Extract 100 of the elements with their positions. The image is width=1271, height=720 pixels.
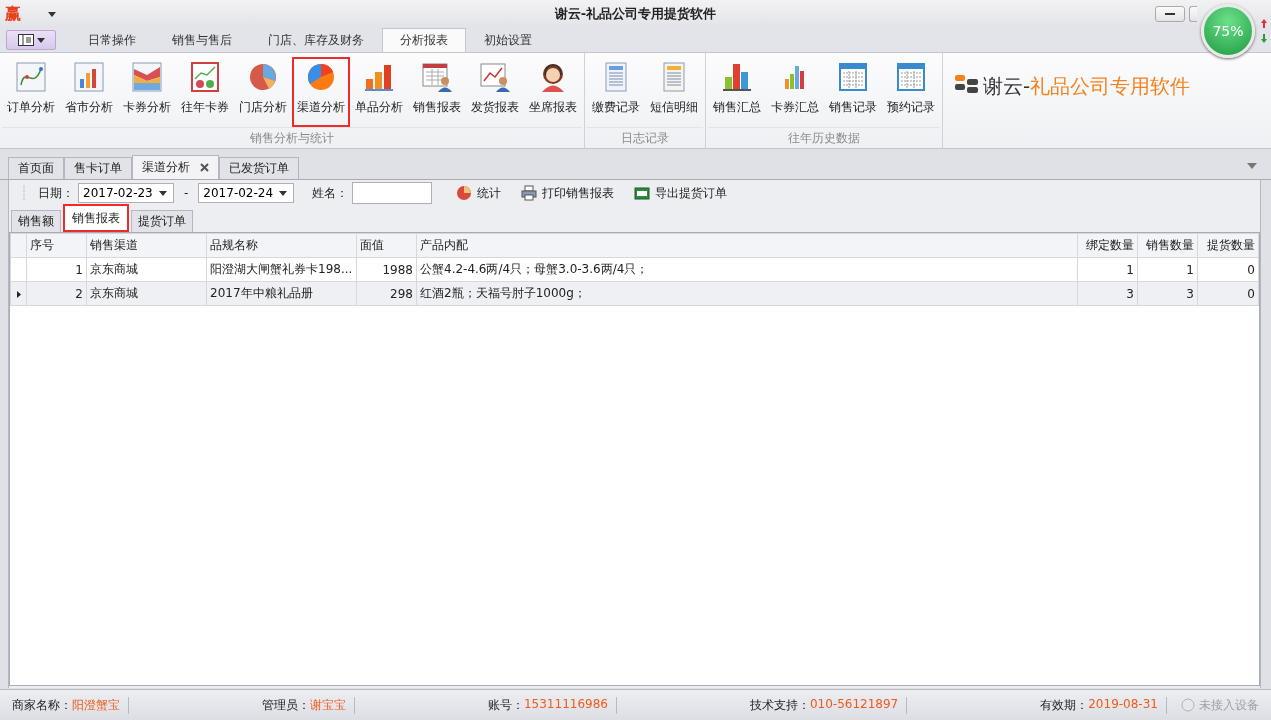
printer-icon [521, 185, 538, 201]
ribbon-button[interactable]: 订单分析 [2, 57, 60, 127]
column-header[interactable]: 产品内配 [416, 233, 1078, 258]
close-icon[interactable] [200, 163, 209, 172]
table-cell: 1 [1137, 257, 1198, 282]
chart-person-icon [479, 61, 511, 93]
ribbon-button[interactable]: 渠道分析 [292, 57, 350, 127]
status-value: 2019-08-31 [1088, 696, 1158, 713]
ribbon-button[interactable]: 门店分析 [234, 57, 292, 127]
ribbon-button[interactable]: 卡券分析 [118, 57, 176, 127]
toolbar-button[interactable]: 导出提货订单 [626, 184, 736, 202]
ribbon-button[interactable]: 销售报表 [408, 57, 466, 127]
status-label: 有效期： [1040, 696, 1089, 714]
status-value: 010-56121897 [809, 696, 899, 713]
pie-chart-icon [305, 61, 337, 93]
status-label: 技术支持： [749, 696, 810, 714]
ribbon-button[interactable]: 卡券汇总 [766, 57, 824, 127]
group-caption: 销售分析与统计 [2, 127, 582, 148]
document-tab[interactable]: 售卡订单 [64, 157, 132, 179]
table-cell: 0 [1197, 257, 1259, 282]
ribbon-button[interactable]: 销售汇总 [708, 57, 766, 127]
ribbon-tab[interactable]: 分析报表 [382, 28, 466, 52]
ribbon-button[interactable]: 缴费记录 [587, 57, 645, 127]
people-chart-icon [189, 61, 221, 93]
bar-chart-icon [721, 61, 753, 93]
brand-name: 谢云-礼品公司专用软件 [983, 73, 1191, 100]
table-cell: 京东商城 [86, 281, 207, 306]
status-value: 阳澄蟹宝 [72, 696, 120, 714]
name-input-field[interactable] [352, 182, 433, 204]
date-from-field[interactable]: 2017-02-23 [78, 183, 174, 203]
column-header[interactable]: 绑定数量 [1077, 233, 1138, 258]
group-caption: 往年历史数据 [708, 127, 940, 148]
spreadsheet-icon [634, 185, 651, 201]
status-value: 15311116986 [523, 696, 608, 713]
table-cell: 公蟹4.2-4.6两/4只；母蟹3.0-3.6两/4只； [416, 257, 1078, 282]
status-label: 管理员： [262, 696, 310, 714]
status-label: 账号： [487, 696, 524, 714]
ribbon-tab[interactable]: 初始设置 [466, 28, 550, 52]
status-label: 商家名称： [12, 696, 72, 714]
table-cell: 阳澄湖大闸蟹礼券卡198... [206, 257, 357, 282]
panel-icon [17, 34, 34, 46]
ribbon-tab[interactable]: 日常操作 [70, 28, 154, 52]
sub-tab[interactable]: 提货订单 [131, 210, 193, 232]
tab-list-dropdown-icon[interactable] [1247, 163, 1257, 169]
area-chart-icon [131, 61, 163, 93]
caret-icon [36, 37, 45, 43]
ribbon-button[interactable]: 短信明细 [645, 57, 703, 127]
bar-chart-icon [73, 61, 105, 93]
date-separator: - [184, 186, 189, 200]
ribbon-tab[interactable]: 销售与售后 [154, 28, 250, 52]
pie-chart-icon [247, 61, 279, 93]
toolbar-button[interactable]: 打印销售报表 [513, 184, 623, 202]
date-label: 日期： [38, 184, 74, 202]
table-cell: 2017年中粮礼品册 [206, 281, 357, 306]
dropdown-caret-icon [48, 11, 56, 17]
pie-chart-icon [456, 185, 473, 201]
ribbon-button[interactable]: 省市分析 [60, 57, 118, 127]
ribbon-button[interactable]: 单品分析 [350, 57, 408, 127]
minimize-button[interactable] [1155, 6, 1185, 22]
table-cell: 1988 [356, 257, 417, 282]
ribbon-button[interactable]: 预约记录 [882, 57, 940, 127]
device-status-label: 未接入设备 [1199, 696, 1259, 714]
table-cell: 红酒2瓶；天福号肘子1000g； [416, 281, 1078, 306]
table-icon [895, 61, 927, 93]
up-down-arrows-icon [1259, 18, 1269, 44]
column-header[interactable]: 提货数量 [1197, 233, 1259, 258]
ribbon-button[interactable]: 发货报表 [466, 57, 524, 127]
group-caption: 日志记录 [587, 127, 703, 148]
column-header[interactable]: 序号 [26, 233, 87, 258]
column-header[interactable]: 销售渠道 [86, 233, 207, 258]
ribbon-tab[interactable]: 门店、库存及财务 [250, 28, 382, 52]
document-tab[interactable]: 渠道分析 [132, 155, 219, 179]
application-menu-button[interactable] [6, 30, 56, 50]
table-icon [837, 61, 869, 93]
table-cell: 1 [1077, 257, 1138, 282]
ribbon-button[interactable]: 坐席报表 [524, 57, 582, 127]
toolbar-button[interactable]: 统计 [448, 184, 510, 202]
table-person-icon [421, 61, 453, 93]
toolbar-grip-icon [23, 185, 26, 201]
date-to-field[interactable]: 2017-02-24 [198, 183, 295, 203]
ribbon-button[interactable]: 往年卡券 [176, 57, 234, 127]
column-header[interactable]: 品规名称 [206, 233, 357, 258]
sub-tab[interactable]: 销售额 [11, 210, 61, 232]
document-tab[interactable]: 已发货订单 [219, 157, 299, 179]
brand-logo-icon [955, 73, 979, 93]
row-indicator[interactable] [10, 281, 27, 306]
caret-icon [279, 190, 288, 196]
name-label: 姓名： [312, 184, 349, 202]
status-value: 谢宝宝 [310, 696, 346, 714]
table-cell: 1 [26, 257, 87, 282]
sub-tab[interactable]: 销售报表 [63, 204, 129, 232]
column-header[interactable]: 销售数量 [1137, 233, 1198, 258]
column-header[interactable]: 面值 [356, 233, 417, 258]
caret-icon [159, 190, 167, 196]
minimize-icon [1165, 13, 1175, 15]
table-cell: 京东商城 [86, 257, 207, 282]
line-chart-icon [15, 61, 47, 93]
ribbon-button[interactable]: 销售记录 [824, 57, 882, 127]
window-title: 谢云-礼品公司专用提货软件 [554, 6, 717, 21]
document-tab[interactable]: 首页面 [8, 157, 64, 179]
